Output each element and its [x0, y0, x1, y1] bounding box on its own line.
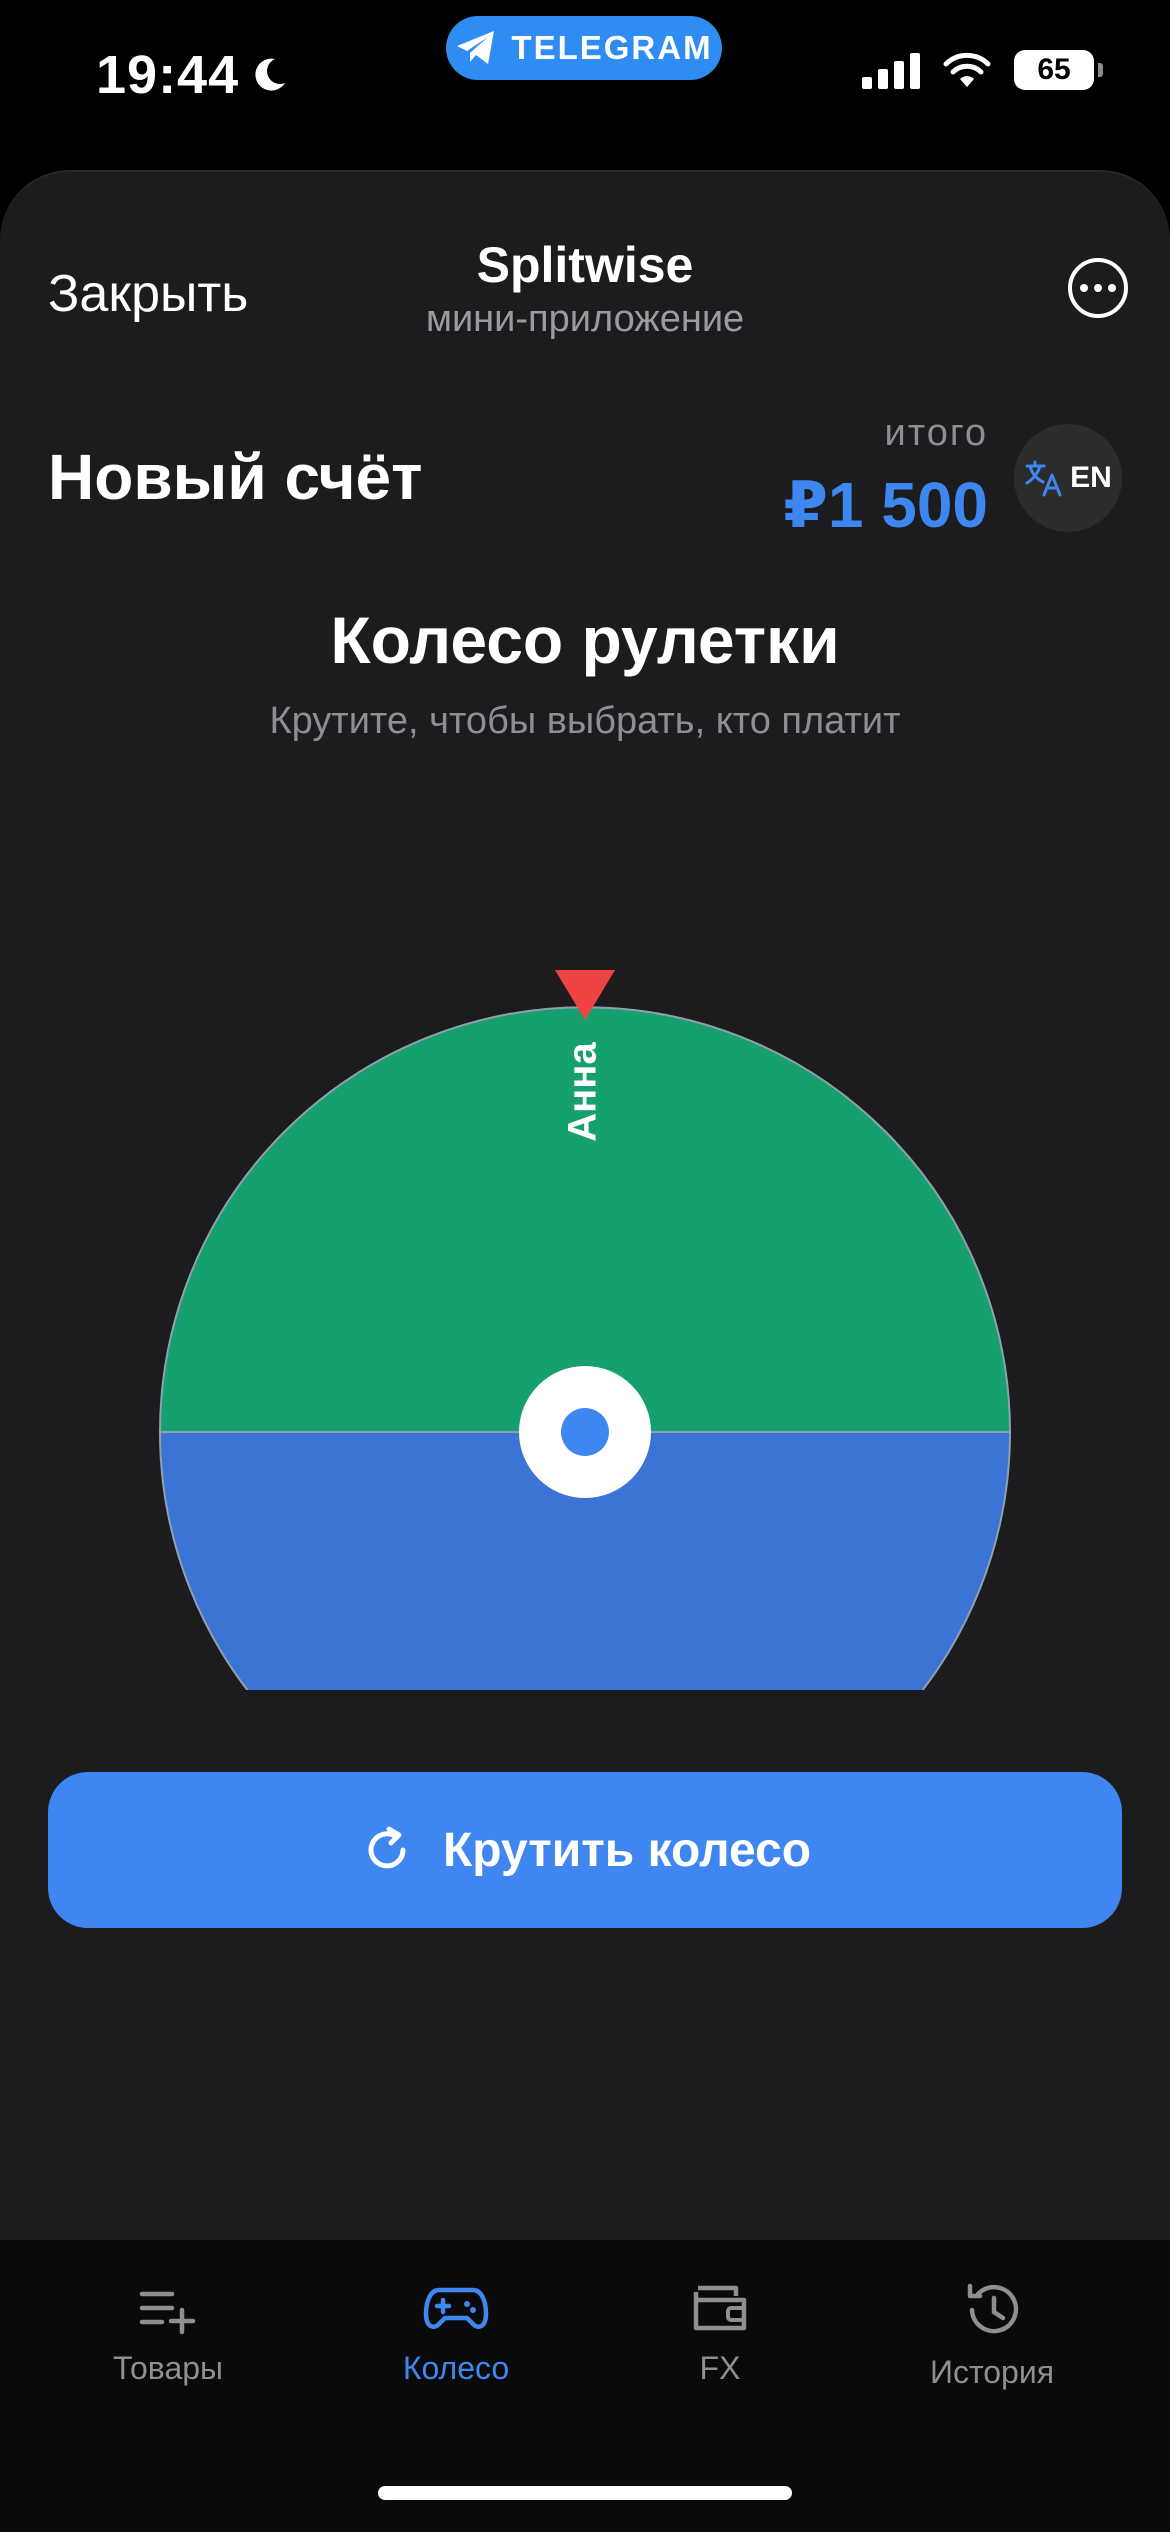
tab-history[interactable]: История [872, 2280, 1112, 2391]
gamepad-icon [423, 2287, 489, 2329]
app-title: Splitwise [476, 237, 694, 293]
list-add-icon [139, 2291, 196, 2335]
more-options-button[interactable] [1068, 258, 1128, 318]
tab-history-label: История [929, 2354, 1055, 2390]
total-amount: ₽1 500 [783, 469, 988, 541]
wheel-subtitle: Крутите, чтобы выбрать, кто платит [269, 700, 901, 742]
home-indicator [378, 2486, 792, 2500]
status-bar: 19:44 TELEGRAM 65 [0, 0, 1170, 160]
status-icons: 65 [862, 50, 1103, 90]
history-icon [967, 2283, 1019, 2334]
telegram-icon [457, 31, 495, 64]
tab-fx[interactable]: FX [600, 2280, 840, 2387]
wheel-label-1: Анна [561, 1042, 605, 1142]
moon-icon [255, 58, 286, 91]
telegram-label: TELEGRAM [511, 29, 713, 66]
total-label: итого [884, 412, 988, 454]
refresh-icon [368, 1826, 406, 1869]
spin-button-label: Крутить колесо [442, 1823, 812, 1877]
wheel-graphic: АннаVadim [158, 970, 1012, 1690]
spin-wheel-button[interactable]: Крутить колесо [48, 1772, 1122, 1928]
tab-wheel[interactable]: Колесо [336, 2280, 576, 2387]
cellular-signal-icon [862, 51, 920, 89]
tab-items-label: Товары [112, 2350, 224, 2386]
wheel-hub-dot [561, 1408, 609, 1456]
more-icon [1080, 284, 1088, 292]
clock: 19:44 [96, 44, 289, 106]
tab-fx-label: FX [699, 2350, 741, 2386]
telegram-pill[interactable]: TELEGRAM [446, 16, 722, 80]
clock-time: 19:44 [96, 45, 240, 105]
wifi-icon [943, 52, 991, 87]
battery-level: 65 [1037, 53, 1071, 86]
app-subtitle: мини-приложение [425, 298, 745, 340]
language-button[interactable]: EN [1014, 424, 1122, 532]
language-code: EN [1070, 461, 1112, 494]
battery-icon: 65 [1014, 50, 1103, 90]
tab-wheel-label: Колесо [402, 2350, 510, 2386]
app-sheet: Закрыть Splitwise мини-приложение Новый … [0, 170, 1170, 2242]
wallet-icon [693, 2285, 747, 2331]
tab-items[interactable]: Товары [48, 2280, 288, 2387]
roulette-wheel[interactable]: АннаVadim [156, 832, 1014, 1690]
wheel-title: Колесо рулетки [330, 603, 840, 677]
translate-icon [1025, 460, 1062, 497]
bill-title: Новый счёт [48, 441, 423, 513]
